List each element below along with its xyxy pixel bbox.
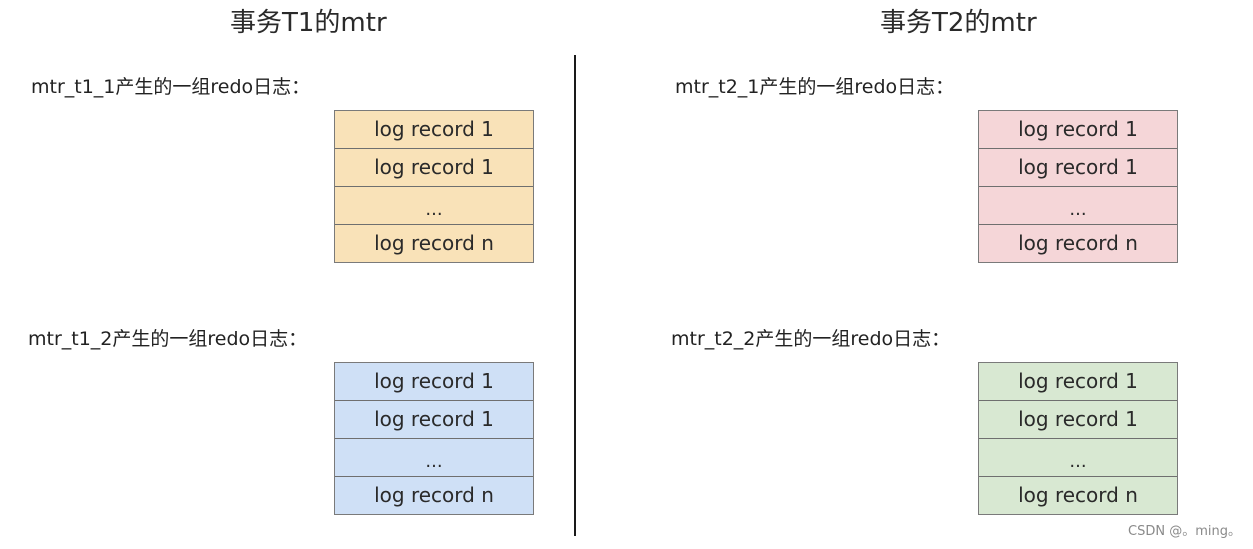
panel-title-t1: 事务T1的mtr — [230, 8, 387, 38]
group-label-t2-2: mtr_t2_2产生的一组redo日志： — [671, 328, 951, 350]
redo-log-stack-t1-2: log record 1 log record 1 ... log record… — [334, 362, 534, 515]
panel-title-t2: 事务T2的mtr — [880, 8, 1037, 38]
redo-log-stack-t2-1: log record 1 log record 1 ... log record… — [978, 110, 1178, 263]
log-record: log record n — [1018, 231, 1138, 255]
log-record-ellipsis: ... — [979, 187, 1177, 225]
log-record-ellipsis: ... — [979, 439, 1177, 477]
redo-log-stack-t1-1: log record 1 log record 1 ... log record… — [334, 110, 534, 263]
log-record-ellipsis: ... — [335, 187, 533, 225]
log-record: log record 1 — [335, 149, 533, 187]
log-record: log record 1 — [979, 401, 1177, 439]
log-record: log record 1 — [979, 149, 1177, 187]
redo-log-stack-t2-2: log record 1 log record 1 ... log record… — [978, 362, 1178, 515]
log-record: log record 1 — [979, 363, 1177, 401]
group-label-t2-1: mtr_t2_1产生的一组redo日志： — [675, 76, 955, 98]
log-record: log record 1 — [335, 401, 533, 439]
log-record: log record 1 — [335, 111, 533, 149]
panel-divider — [574, 55, 576, 536]
log-record: log record n — [374, 483, 494, 507]
group-label-t1-1: mtr_t1_1产生的一组redo日志： — [31, 76, 311, 98]
group-label-t1-2: mtr_t1_2产生的一组redo日志： — [28, 328, 308, 350]
watermark: CSDN @。ming。 — [1128, 524, 1241, 539]
log-record: log record 1 — [335, 363, 533, 401]
log-record-ellipsis: ... — [335, 439, 533, 477]
log-record: log record n — [1018, 483, 1138, 507]
log-record: log record n — [374, 231, 494, 255]
log-record: log record 1 — [979, 111, 1177, 149]
